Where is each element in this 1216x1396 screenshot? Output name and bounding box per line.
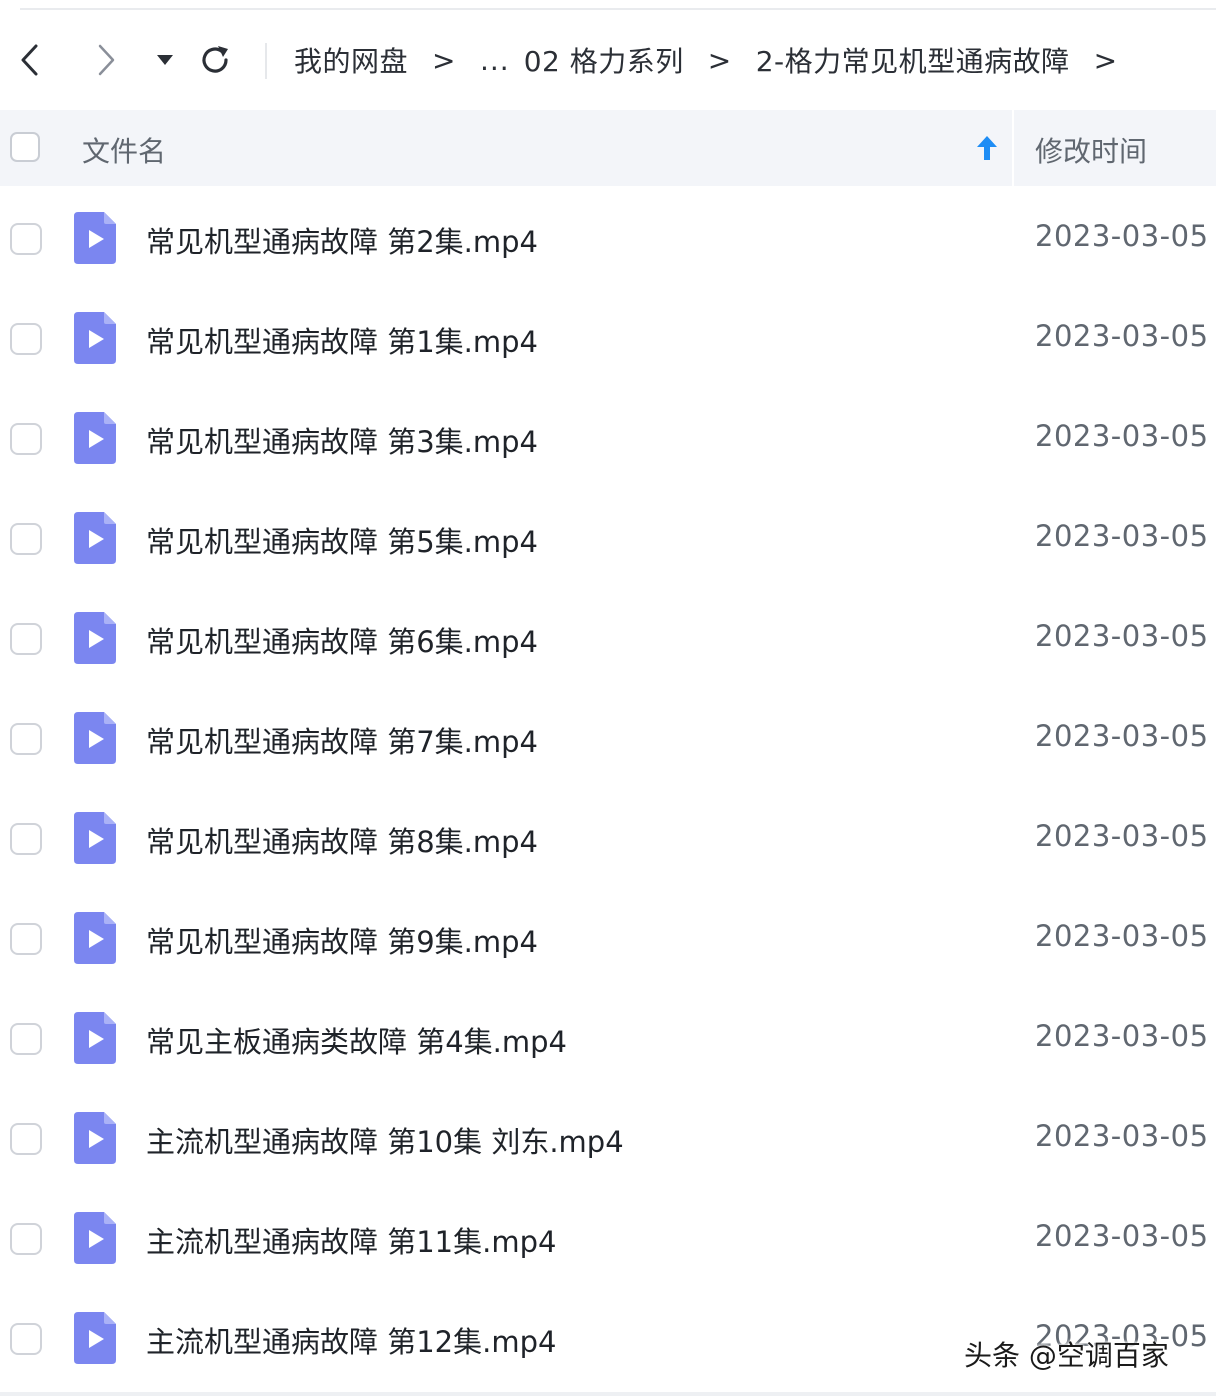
file-name[interactable]: 常见主板通病类故障 第4集.mp4 <box>146 1019 567 1061</box>
row-checkbox[interactable] <box>10 223 42 255</box>
row-checkbox[interactable] <box>10 423 42 455</box>
column-header-filename[interactable]: 文件名 <box>82 130 166 170</box>
breadcrumb-ellipsis[interactable]: ... <box>480 44 510 77</box>
file-list: 常见机型通病故障 第2集.mp42023-03-05 2常见机型通病故障 第1集… <box>0 188 1216 1388</box>
select-all-checkbox[interactable] <box>10 132 40 162</box>
file-modified-time: 2023-03-05 2 <box>1035 1019 1216 1053</box>
sort-ascending-arrow-icon[interactable] <box>975 134 999 162</box>
file-name[interactable]: 主流机型通病故障 第12集.mp4 <box>146 1319 556 1361</box>
file-modified-time: 2023-03-05 2 <box>1035 219 1216 253</box>
file-row[interactable]: 常见机型通病故障 第3集.mp4 2023-03-05 2 <box>0 388 1216 488</box>
file-browser-window: 我的网盘 > ... 02 格力系列 > 2-格力常见机型通病故障 > 文件名 … <box>0 0 1216 1396</box>
column-header-modified-time[interactable]: 修改时间 <box>1035 130 1147 170</box>
file-name[interactable]: 常见机型通病故障 第9集.mp4 <box>146 919 538 961</box>
toolbar-divider <box>265 43 267 79</box>
bottom-divider <box>0 1392 1216 1396</box>
file-row[interactable]: 主流机型通病故障 第11集.mp4 2023-03-05 2 <box>0 1188 1216 1288</box>
video-file-play-icon <box>74 612 116 664</box>
file-name[interactable]: 常见机型通病故障 第5集.mp4 <box>146 519 538 561</box>
file-name[interactable]: 常见机型通病故障 第8集.mp4 <box>146 819 538 861</box>
back-button[interactable] <box>10 40 50 80</box>
file-modified-time: 2023-03-05 2 <box>1035 319 1216 353</box>
video-file-play-icon <box>74 1012 116 1064</box>
row-checkbox[interactable] <box>10 823 42 855</box>
breadcrumb-parent[interactable]: 02 格力系列 <box>524 40 684 80</box>
video-file-play-icon <box>74 412 116 464</box>
refresh-button[interactable] <box>195 40 235 80</box>
file-row[interactable]: 常见机型通病故障 第5集.mp4 2023-03-05 2 <box>0 488 1216 588</box>
dropdown-caret-icon <box>157 55 173 65</box>
history-dropdown-button[interactable] <box>145 40 185 80</box>
file-name[interactable]: 主流机型通病故障 第11集.mp4 <box>146 1219 556 1261</box>
row-checkbox[interactable] <box>10 1223 42 1255</box>
row-checkbox[interactable] <box>10 723 42 755</box>
row-checkbox[interactable] <box>10 1323 42 1355</box>
watermark-text: 头条 @空调百家 <box>964 1339 1169 1372</box>
video-file-play-icon <box>74 912 116 964</box>
file-modified-time: 2023-03-05 2 <box>1035 719 1216 753</box>
row-checkbox[interactable] <box>10 623 42 655</box>
file-row[interactable]: 常见机型通病故障 第8集.mp4 2023-03-05 2 <box>0 788 1216 888</box>
row-checkbox[interactable] <box>10 323 42 355</box>
video-file-play-icon <box>74 512 116 564</box>
file-name[interactable]: 常见机型通病故障 第3集.mp4 <box>146 419 538 461</box>
video-file-play-icon <box>74 312 116 364</box>
breadcrumb-root[interactable]: 我的网盘 <box>294 40 408 80</box>
row-checkbox[interactable] <box>10 923 42 955</box>
file-name[interactable]: 常见机型通病故障 第6集.mp4 <box>146 619 538 661</box>
file-row[interactable]: 常见机型通病故障 第6集.mp4 2023-03-05 2 <box>0 588 1216 688</box>
file-modified-time: 2023-03-05 2 <box>1035 819 1216 853</box>
file-modified-time: 2023-03-05 2 <box>1035 419 1216 453</box>
column-divider[interactable] <box>1012 110 1014 186</box>
file-row[interactable]: 常见机型通病故障 第9集.mp4 2023-03-05 2 <box>0 888 1216 988</box>
toolbar: 我的网盘 > ... 02 格力系列 > 2-格力常见机型通病故障 > <box>0 10 1216 110</box>
file-row[interactable]: 常见主板通病类故障 第4集.mp4 2023-03-05 2 <box>0 988 1216 1088</box>
breadcrumb-current[interactable]: 2-格力常见机型通病故障 <box>756 40 1070 80</box>
file-row[interactable]: 主流机型通病故障 第10集 刘东.mp4 2023-03-05 2 <box>0 1088 1216 1188</box>
row-checkbox[interactable] <box>10 523 42 555</box>
row-checkbox[interactable] <box>10 1023 42 1055</box>
back-arrow-icon <box>21 44 38 76</box>
file-row[interactable]: 常见机型通病故障 第7集.mp4 2023-03-05 2 <box>0 688 1216 788</box>
video-file-play-icon <box>74 1112 116 1164</box>
file-name[interactable]: 常见机型通病故障 第1集.mp4 <box>146 319 538 361</box>
file-modified-time: 2023-03-05 2 <box>1035 619 1216 653</box>
forward-button[interactable] <box>86 40 126 80</box>
file-row[interactable]: 常见机型通病故障 第1集.mp4 2023-03-05 2 <box>0 288 1216 388</box>
breadcrumb-trailing-separator[interactable]: > <box>1094 44 1118 77</box>
file-modified-time: 2023-03-05 2 <box>1035 919 1216 953</box>
file-name[interactable]: 常见机型通病故障 第2集.mp4 <box>146 219 538 261</box>
file-modified-time: 2023-03-05 2 <box>1035 1219 1216 1253</box>
file-row[interactable]: 常见机型通病故障 第2集.mp4 2023-03-05 2 <box>0 188 1216 288</box>
file-name[interactable]: 常见机型通病故障 第7集.mp4 <box>146 719 538 761</box>
video-file-play-icon <box>74 712 116 764</box>
table-header: 文件名 修改时间 <box>0 110 1216 186</box>
file-modified-time: 2023-03-05 2 <box>1035 1119 1216 1153</box>
video-file-play-icon <box>74 1312 116 1364</box>
video-file-play-icon <box>74 212 116 264</box>
refresh-icon <box>202 46 228 73</box>
breadcrumb-separator: > <box>432 43 456 77</box>
breadcrumb: 我的网盘 > ... 02 格力系列 > 2-格力常见机型通病故障 > <box>294 40 1142 80</box>
forward-arrow-icon <box>98 44 115 76</box>
video-file-play-icon <box>74 1212 116 1264</box>
row-checkbox[interactable] <box>10 1123 42 1155</box>
file-name[interactable]: 主流机型通病故障 第10集 刘东.mp4 <box>146 1119 624 1161</box>
video-file-play-icon <box>74 812 116 864</box>
file-modified-time: 2023-03-05 2 <box>1035 519 1216 553</box>
breadcrumb-separator: > <box>707 43 732 77</box>
